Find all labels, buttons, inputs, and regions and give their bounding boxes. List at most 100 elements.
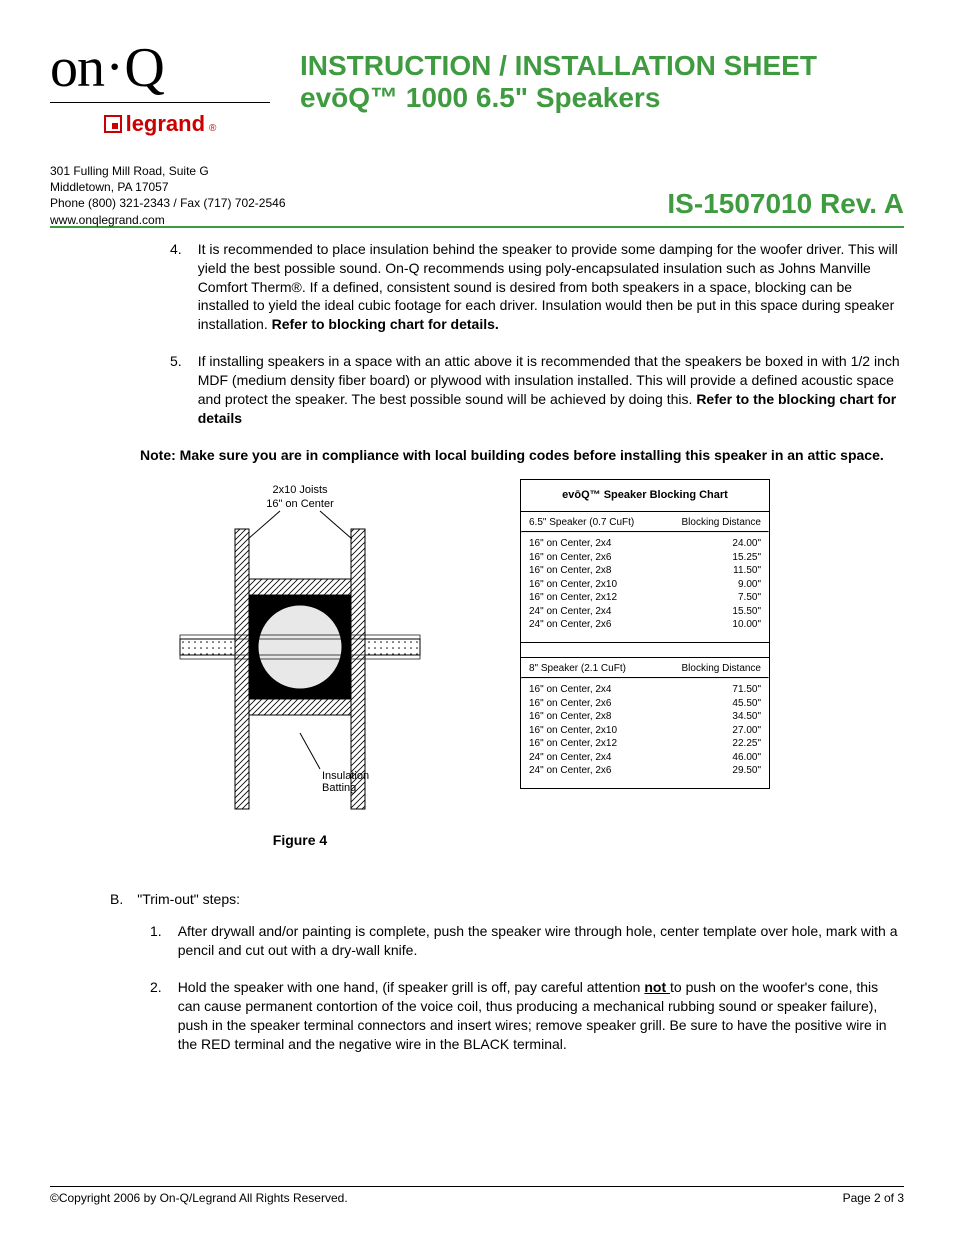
page: on·Q legrand ® INSTRUCTION / INSTALLATION…: [0, 0, 954, 1235]
row-r: 27.00": [732, 724, 761, 738]
chart-row: 24" on Center, 2x4 15.50": [529, 605, 761, 619]
blocking-chart: evōQ™ Speaker Blocking Chart 6.5" Speake…: [520, 479, 770, 789]
footer: ©Copyright 2006 by On-Q/Legrand All Righ…: [50, 1186, 904, 1205]
title-line1: INSTRUCTION / INSTALLATION SHEET: [300, 50, 817, 81]
item-text: It is recommended to place insulation be…: [198, 240, 904, 334]
row-r: 7.50": [738, 591, 761, 605]
fig-bottom-label-1: Insulation: [322, 770, 369, 782]
address-line1: 301 Fulling Mill Road, Suite G: [50, 163, 904, 179]
list-item-5: 5. If installing speakers in a space wit…: [170, 352, 904, 428]
row-r: 71.50": [732, 683, 761, 697]
row-l: 16" on Center, 2x4: [529, 537, 612, 551]
chart-row: 16" on Center, 2x10 27.00": [529, 724, 761, 738]
row-l: 24" on Center, 2x4: [529, 751, 612, 765]
item-number: 2.: [150, 978, 162, 1054]
row-r: 15.50": [732, 605, 761, 619]
row-r: 34.50": [732, 710, 761, 724]
item-number: 5.: [170, 352, 182, 428]
chart-sec2-right: Blocking Distance: [682, 662, 761, 676]
chart-row: 16" on Center, 2x8 34.50": [529, 710, 761, 724]
chart-row: 16" on Center, 2x12 7.50": [529, 591, 761, 605]
header: on·Q legrand ® INSTRUCTION / INSTALLATION…: [50, 40, 904, 137]
item-text: After drywall and/or painting is complet…: [178, 922, 904, 960]
item-number: 1.: [150, 922, 162, 960]
chart-sec1-head: 6.5" Speaker (0.7 CuFt) Blocking Distanc…: [521, 512, 769, 532]
chart-sec1-left: 6.5" Speaker (0.7 CuFt): [529, 516, 634, 530]
section-b-title: "Trim-out" steps:: [137, 890, 240, 909]
document-title: INSTRUCTION / INSTALLATION SHEET evōQ™ 1…: [300, 50, 904, 114]
chart-row: 16" on Center, 2x10 9.00": [529, 578, 761, 592]
item4-bold: Refer to blocking chart for details.: [272, 316, 499, 332]
b2-text-a: Hold the speaker with one hand, (if spea…: [178, 979, 645, 995]
list-item-4: 4. It is recommended to place insulation…: [170, 240, 904, 334]
chart-sec2-rows: 16" on Center, 2x4 71.50" 16" on Center, …: [521, 679, 769, 788]
chart-row: 16" on Center, 2x6 45.50": [529, 697, 761, 711]
onq-logo-dot: ·: [104, 44, 124, 89]
row-r: 9.00": [738, 578, 761, 592]
title-line2: evōQ™ 1000 6.5" Speakers: [300, 82, 660, 113]
chart-row: 16" on Center, 2x4 71.50": [529, 683, 761, 697]
section-b: B. "Trim-out" steps: 1. After drywall an…: [110, 890, 904, 1054]
chart-row: 16" on Center, 2x615.25": [529, 551, 761, 565]
row-l: 16" on Center, 2x10: [529, 578, 617, 592]
item-text: If installing speakers in a space with a…: [198, 352, 904, 428]
legrand-logo: legrand ®: [50, 111, 270, 137]
legrand-reg-mark: ®: [209, 123, 216, 134]
section-b-list: 1. After drywall and/or painting is comp…: [110, 922, 904, 1053]
chart-gap: [521, 642, 769, 658]
row-l: 16" on Center, 2x8: [529, 564, 612, 578]
row-l: 16" on Center, 2x4: [529, 683, 612, 697]
legrand-text: legrand: [126, 111, 205, 137]
row-l: 16" on Center, 2x10: [529, 724, 617, 738]
chart-row: 24" on Center, 2x446.00": [529, 751, 761, 765]
item-number: 4.: [170, 240, 182, 334]
onq-logo-right: Q: [124, 37, 163, 99]
chart-title: evōQ™ Speaker Blocking Chart: [521, 480, 769, 512]
chart-sec1-rows: 16" on Center, 2x4 24.00" 16" on Center, …: [521, 533, 769, 642]
chart-row: 24" on Center, 2x6 29.50": [529, 764, 761, 778]
row-l: 16" on Center, 2x8: [529, 710, 612, 724]
numbered-list: 4. It is recommended to place insulation…: [50, 240, 904, 428]
logo-divider: [50, 102, 270, 103]
chart-row: 16" on Center, 2x12 22.25": [529, 737, 761, 751]
onq-logo-left: on: [50, 37, 104, 99]
row-r: 45.50": [732, 697, 761, 711]
row-l: 16" on Center, 2x6: [529, 551, 612, 565]
list-item-b1: 1. After drywall and/or painting is comp…: [150, 922, 904, 960]
title-column: INSTRUCTION / INSTALLATION SHEET evōQ™ 1…: [300, 40, 904, 114]
row-r: 11.50": [733, 564, 761, 578]
row-r: 22.25": [732, 737, 761, 751]
section-b-heading: B. "Trim-out" steps:: [110, 890, 904, 909]
chart-row: 24" on Center, 2x610.00": [529, 618, 761, 632]
figure-4: 2x10 Joists 16" on Center: [140, 479, 460, 850]
header-rule: [50, 226, 904, 228]
chart-row: 16" on Center, 2x4 24.00": [529, 537, 761, 551]
fig-top-label-2: 16" on Center: [266, 498, 334, 510]
chart-sec1-right: Blocking Distance: [682, 516, 761, 530]
row-r: 24.00": [732, 537, 761, 551]
row-r: 29.50": [732, 764, 761, 778]
row-l: 24" on Center, 2x4: [529, 605, 612, 619]
legrand-square-icon: [104, 115, 122, 133]
fig-bottom-label-2: Batting: [322, 782, 356, 794]
figure-caption: Figure 4: [140, 831, 460, 850]
chart-sec2-left: 8" Speaker (2.1 CuFt): [529, 662, 626, 676]
figure-and-chart-row: 2x10 Joists 16" on Center: [140, 479, 904, 850]
row-l: 16" on Center, 2x12: [529, 737, 617, 751]
footer-page: Page 2 of 3: [843, 1191, 904, 1205]
footer-copyright: ©Copyright 2006 by On-Q/Legrand All Righ…: [50, 1191, 348, 1205]
row-r: 10.00": [732, 618, 761, 632]
item-text: Hold the speaker with one hand, (if spea…: [178, 978, 904, 1054]
row-l: 16" on Center, 2x6: [529, 697, 612, 711]
row-l: 24" on Center, 2x6: [529, 764, 612, 778]
chart-row: 16" on Center, 2x8 11.50": [529, 564, 761, 578]
logo-column: on·Q legrand ®: [50, 40, 270, 137]
b2-not: not: [644, 979, 670, 995]
row-l: 16" on Center, 2x12: [529, 591, 617, 605]
list-item-b2: 2. Hold the speaker with one hand, (if s…: [150, 978, 904, 1054]
figure-4-diagram: 2x10 Joists 16" on Center: [170, 479, 430, 819]
compliance-note: Note: Make sure you are in compliance wi…: [140, 446, 904, 465]
body: 4. It is recommended to place insulation…: [50, 240, 904, 1054]
section-b-marker: B.: [110, 890, 123, 909]
chart-sec2-head: 8" Speaker (2.1 CuFt) Blocking Distance: [521, 658, 769, 678]
